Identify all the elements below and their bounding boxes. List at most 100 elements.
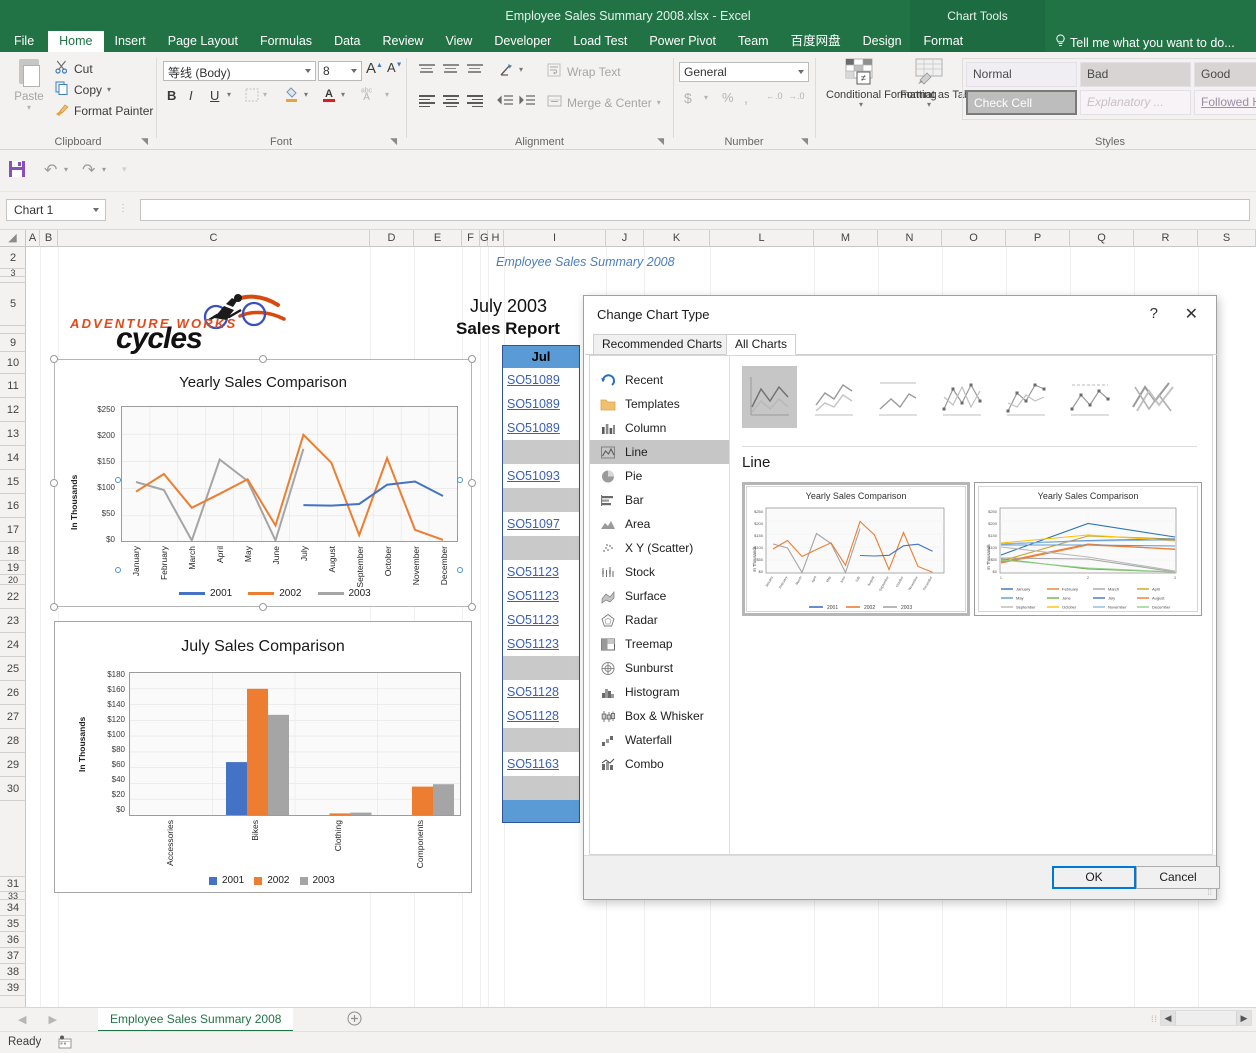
chart-preview-right[interactable]: Yearly Sales Comparison $250 $200 $150 $…: [974, 482, 1202, 616]
category-bar[interactable]: Bar: [590, 488, 729, 512]
row-header-22[interactable]: 22: [0, 585, 26, 609]
cancel-button[interactable]: Cancel: [1136, 866, 1220, 889]
variant-stacked-line-with-markers[interactable]: [998, 366, 1053, 428]
table-row[interactable]: [503, 728, 579, 752]
row-header-3[interactable]: 3: [0, 269, 26, 278]
font-size-input[interactable]: 8: [318, 61, 362, 81]
sales-order-link[interactable]: SO51089: [507, 421, 560, 435]
bold-button[interactable]: B: [167, 88, 176, 103]
row-header-39[interactable]: 39: [0, 980, 26, 996]
chart-legend[interactable]: 2001 2002 2003: [179, 588, 371, 599]
align-middle-button[interactable]: [443, 64, 459, 75]
variant-100-stacked-line-with-markers[interactable]: [1062, 366, 1117, 428]
font-color-caret-icon[interactable]: ▾: [341, 90, 345, 99]
resize-grip-icon[interactable]: ⁞⁞: [1208, 888, 1212, 897]
legend-item-2002[interactable]: 2002: [248, 588, 302, 599]
chart-category-list[interactable]: Recent Templates Column Line Pie Bar Are…: [590, 356, 730, 854]
tab-baidu-netdisk[interactable]: 百度网盘: [780, 31, 852, 52]
add-sheet-icon[interactable]: [347, 1011, 362, 1029]
table-row[interactable]: [503, 440, 579, 464]
column-header-Q[interactable]: Q: [1070, 230, 1134, 247]
row-header-12[interactable]: 12: [0, 398, 26, 422]
scroll-right-icon[interactable]: ▶: [1236, 1011, 1251, 1025]
customize-quick-access-icon[interactable]: ▾: [122, 164, 127, 175]
wrap-text-button[interactable]: Wrap Text: [547, 63, 621, 80]
row-header-hidden-2[interactable]: [0, 326, 26, 334]
change-chart-type-dialog[interactable]: Change Chart Type ? ✕ Recommended Charts…: [583, 295, 1220, 900]
row-header-19[interactable]: 19: [0, 561, 26, 575]
tab-insert[interactable]: Insert: [104, 31, 157, 52]
legend-item-2001[interactable]: 2001: [179, 588, 232, 599]
format-as-table-button[interactable]: Format as Table ▾: [900, 58, 979, 109]
alignment-dialog-launcher[interactable]: ◥: [657, 136, 664, 147]
clipboard-dialog-launcher[interactable]: ◥: [141, 136, 148, 147]
row-header-18[interactable]: 18: [0, 542, 26, 561]
sales-order-link[interactable]: SO51089: [507, 397, 560, 411]
orientation-caret-icon[interactable]: ▾: [519, 65, 523, 74]
legend-item-2002[interactable]: 2002: [254, 875, 290, 886]
variant-line[interactable]: [742, 366, 797, 428]
category-recent[interactable]: Recent: [590, 368, 729, 392]
table-row[interactable]: SO51123: [503, 632, 579, 656]
plot-handle-se[interactable]: [457, 477, 463, 483]
plot-area[interactable]: [129, 672, 461, 816]
table-row[interactable]: SO51163: [503, 752, 579, 776]
tab-file[interactable]: File: [0, 31, 48, 52]
record-macro-icon[interactable]: [58, 1035, 72, 1052]
category-treemap[interactable]: Treemap: [590, 632, 729, 656]
row-header-28[interactable]: 28: [0, 729, 26, 753]
sales-order-link[interactable]: SO51123: [507, 613, 559, 627]
category-box-whisker[interactable]: Box & Whisker: [590, 704, 729, 728]
sales-order-link[interactable]: SO51093: [507, 469, 560, 483]
italic-button[interactable]: I: [189, 88, 193, 103]
tab-formulas[interactable]: Formulas: [249, 31, 323, 52]
currency-caret-icon[interactable]: ▾: [704, 93, 708, 102]
copy-dropdown-caret-icon[interactable]: ▾: [107, 85, 111, 94]
resize-handle-w[interactable]: [50, 479, 58, 487]
table-row[interactable]: [503, 776, 579, 800]
row-header-11[interactable]: 11: [0, 374, 26, 398]
sales-order-link[interactable]: SO51089: [507, 373, 560, 387]
row-header-10[interactable]: 10: [0, 352, 26, 374]
ok-button[interactable]: OK: [1052, 866, 1136, 889]
format-painter-button[interactable]: Format Painter: [55, 102, 153, 119]
phonetic-caret-icon[interactable]: ▾: [385, 90, 389, 99]
category-line[interactable]: Line: [590, 440, 729, 464]
column-header-J[interactable]: J: [606, 230, 644, 247]
table-row[interactable]: [503, 488, 579, 512]
row-header-9[interactable]: 9: [0, 334, 26, 352]
cell-style-normal[interactable]: Normal: [966, 62, 1077, 87]
font-size-caret-icon[interactable]: [351, 69, 357, 73]
legend-item-2001[interactable]: 2001: [209, 875, 244, 886]
table-row[interactable]: SO51089: [503, 368, 579, 392]
table-row[interactable]: SO51089: [503, 392, 579, 416]
row-header-35[interactable]: 35: [0, 916, 26, 932]
row-header-33[interactable]: 33: [0, 892, 26, 901]
row-header-36[interactable]: 36: [0, 932, 26, 948]
align-center-button[interactable]: [443, 95, 459, 109]
tell-me-box[interactable]: Tell me what you want to do...: [1055, 34, 1235, 50]
tab-power-pivot[interactable]: Power Pivot: [638, 31, 727, 52]
row-header-17[interactable]: 17: [0, 518, 26, 542]
fill-color-caret-icon[interactable]: ▾: [304, 90, 308, 99]
row-header-38[interactable]: 38: [0, 964, 26, 980]
copy-button[interactable]: Copy ▾: [55, 81, 111, 98]
sheet-tab-active[interactable]: Employee Sales Summary 2008: [98, 1008, 294, 1032]
font-name-caret-icon[interactable]: [305, 69, 311, 73]
sales-order-link[interactable]: SO51123: [507, 589, 559, 603]
row-header-24[interactable]: 24: [0, 633, 26, 657]
column-header-C[interactable]: C: [58, 230, 370, 247]
orientation-button[interactable]: [499, 62, 515, 81]
decrease-indent-button[interactable]: [497, 94, 513, 111]
category-templates[interactable]: Templates: [590, 392, 729, 416]
row-header-15[interactable]: 15: [0, 470, 26, 494]
row-header-25[interactable]: 25: [0, 657, 26, 681]
cut-button[interactable]: Cut: [55, 60, 93, 77]
increase-decimal-button[interactable]: ←.0: [766, 91, 783, 101]
number-format-select[interactable]: General: [679, 62, 809, 82]
tab-page-layout[interactable]: Page Layout: [157, 31, 249, 52]
row-header-20[interactable]: 20: [0, 575, 26, 585]
variant-100-stacked-line[interactable]: [870, 366, 925, 428]
table-row[interactable]: SO51089: [503, 416, 579, 440]
variant-line-with-markers[interactable]: [934, 366, 989, 428]
